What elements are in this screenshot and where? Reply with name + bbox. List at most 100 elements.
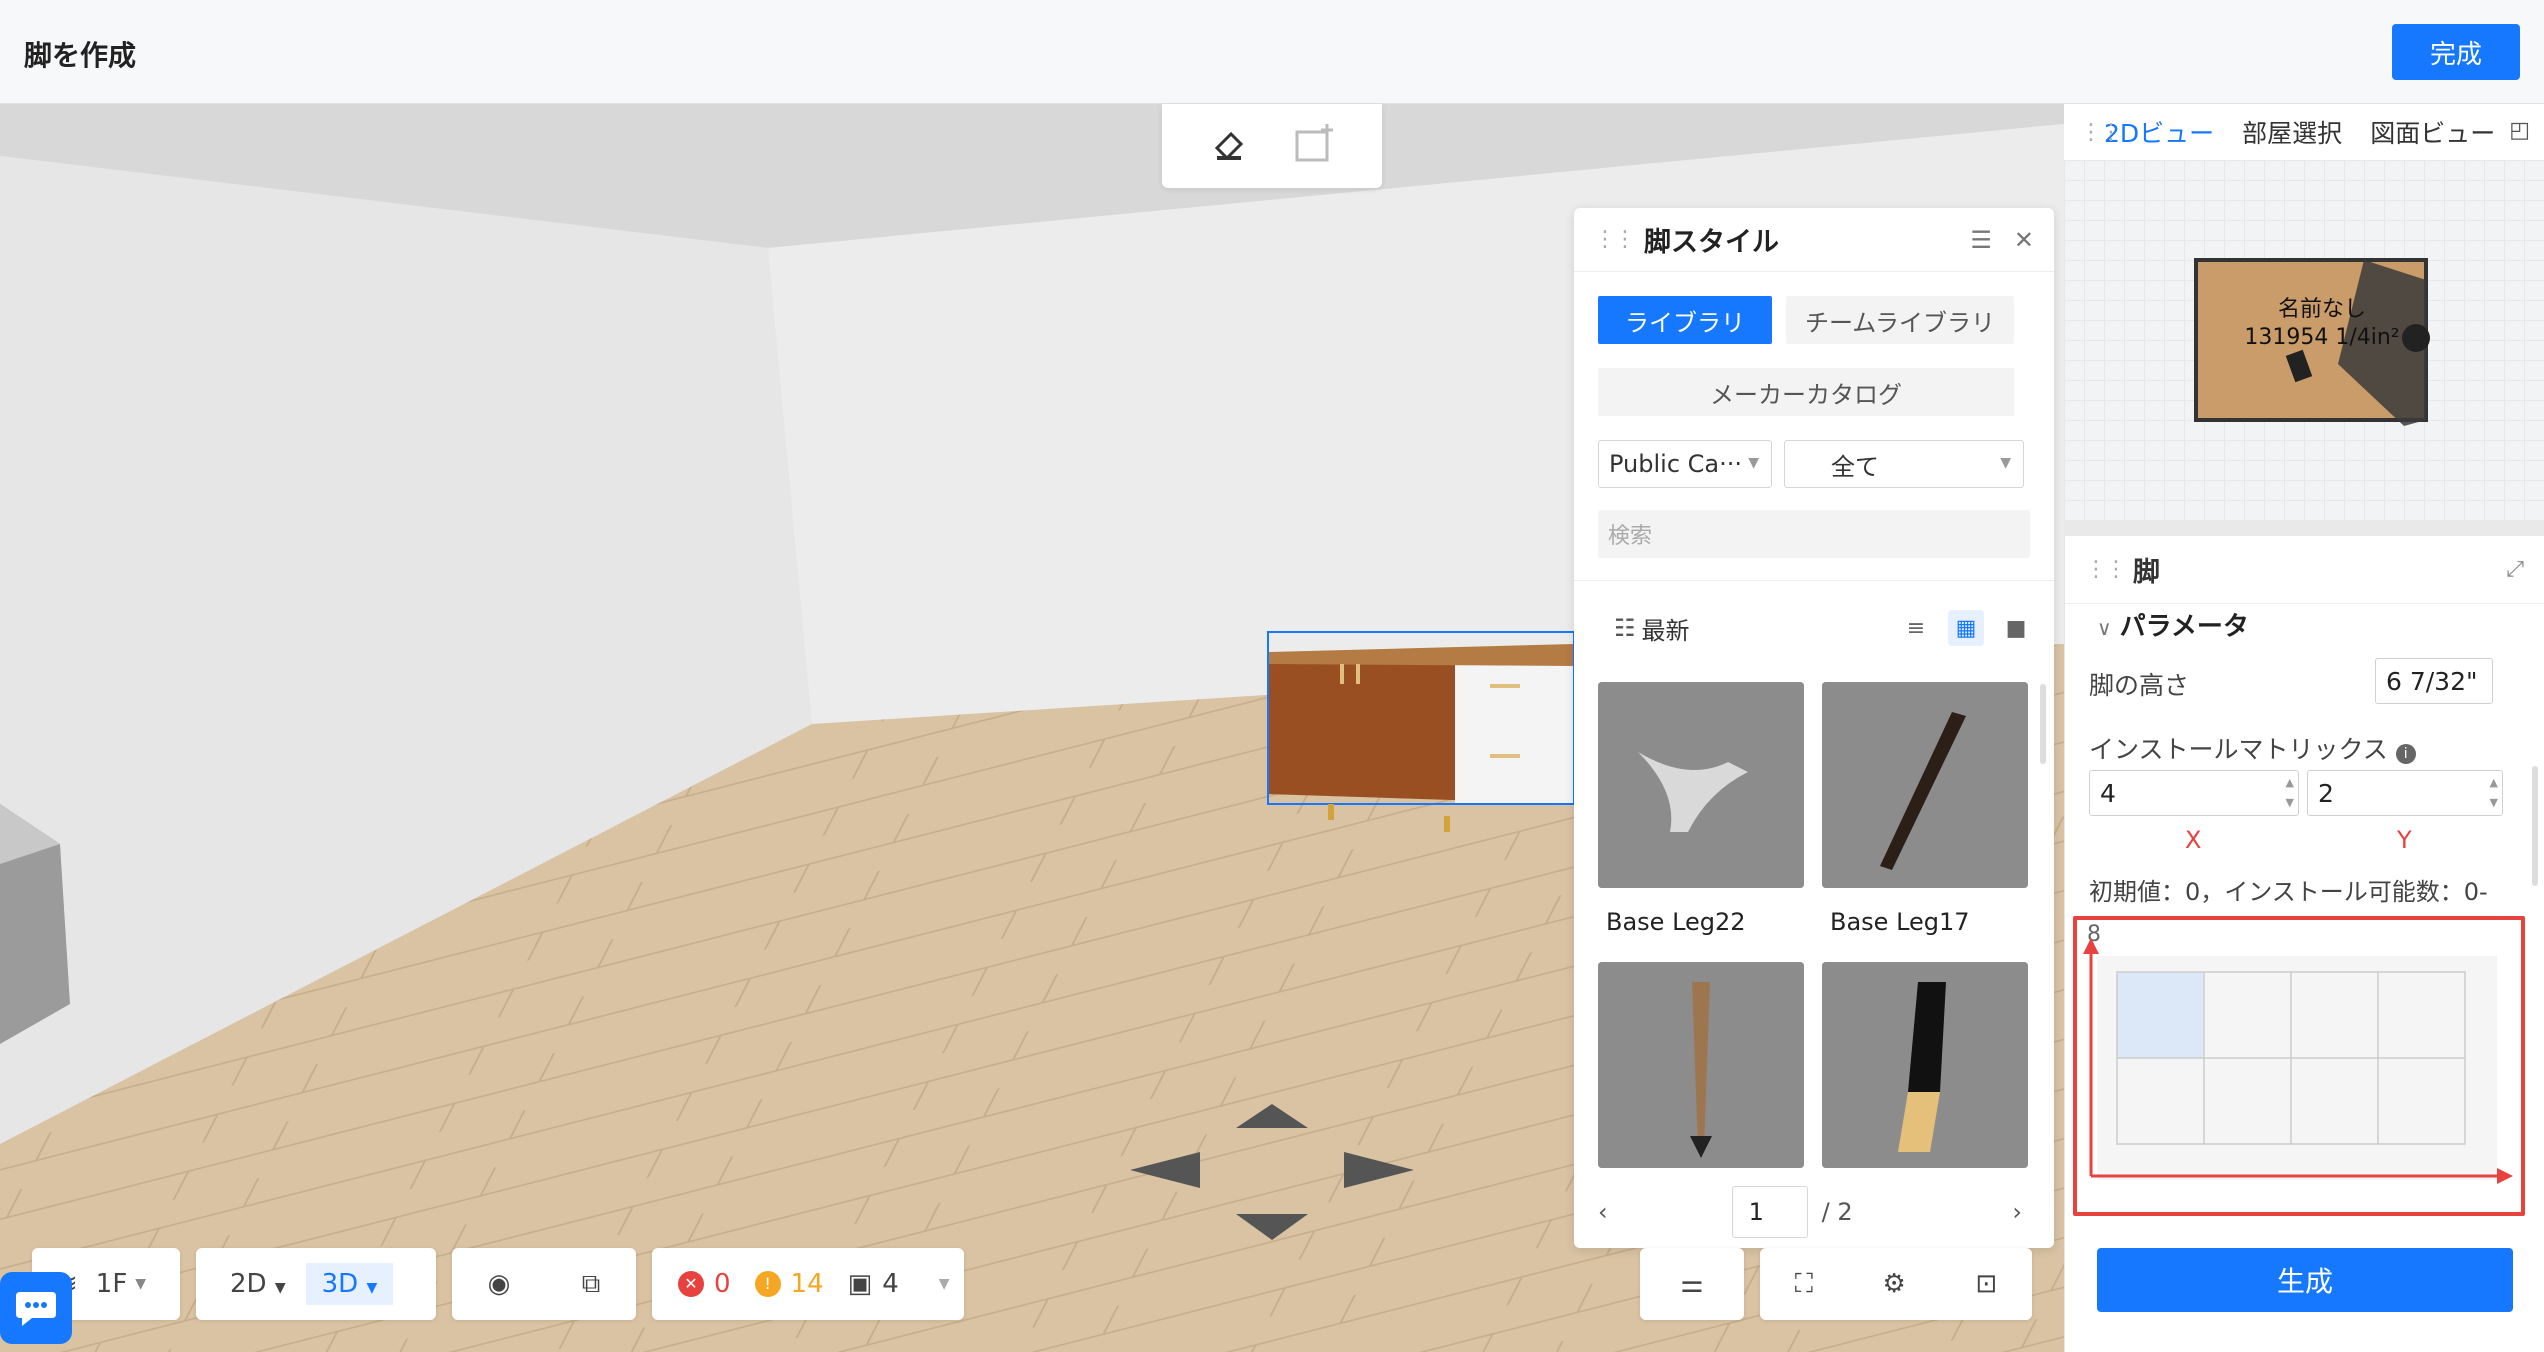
error-count: 0 <box>714 1269 731 1299</box>
install-matrix-preview[interactable]: 8 <box>2073 916 2525 1216</box>
chevron-down-icon: ∨ <box>2097 616 2112 640</box>
install-note: 初期値：0，インストール可能数：0- <box>2089 878 2488 906</box>
sort-row: ☷ 最新 ≡ ▦ ■ <box>1614 606 2034 650</box>
toggle-group[interactable]: ⚌ <box>1640 1248 1744 1320</box>
matrix-grid <box>2083 938 2513 1184</box>
leg-item[interactable]: Base Leg17 <box>1822 682 2028 962</box>
matrix-x-field[interactable]: 4 ▲ ▼ <box>2089 770 2299 816</box>
leg-style-title: 脚スタイル <box>1644 227 1779 258</box>
filter-select-value: 全て <box>1831 452 1879 481</box>
item-icon: ▣ <box>847 1269 873 1299</box>
leg-height-label: 脚の高さ <box>2089 671 2190 700</box>
focus-icon[interactable]: ⊡ <box>1975 1269 1997 1299</box>
stepper-icon[interactable]: ▲ ▼ <box>2286 773 2294 813</box>
leg-thumbnail <box>1598 962 1804 1168</box>
top-header: 脚を作成 完成 <box>0 0 2544 104</box>
folder-icon[interactable]: ■ <box>1998 610 2034 646</box>
cube-icon[interactable]: ⧉ <box>582 1269 601 1300</box>
room-name: 名前なし <box>2277 297 2366 322</box>
leg-height-field[interactable]: 6 7/32" <box>2375 658 2493 704</box>
parameter-section[interactable]: ∨ パラメータ <box>2097 606 2249 643</box>
chevron-down-icon: ▼ <box>135 1276 147 1292</box>
drag-handle-icon[interactable]: ⋮⋮ <box>2080 120 2122 145</box>
page-input[interactable]: 1 <box>1731 1186 1808 1238</box>
status-group[interactable]: ✕ 0 ! 14 ▣ 4 ▼ <box>652 1248 964 1320</box>
pagination: ‹ 1 / 2 › <box>1598 1184 2022 1240</box>
error-icon: ✕ <box>678 1271 704 1297</box>
drag-handle-icon[interactable]: ⋮⋮ <box>2085 557 2127 582</box>
search-input[interactable]: 検索 <box>1598 510 2030 558</box>
page-title: 脚を作成 <box>24 39 137 72</box>
tab-room-select[interactable]: 部屋選択 <box>2242 114 2342 150</box>
item-count: 4 <box>882 1269 899 1299</box>
view-3d-button[interactable]: 3D ▼ <box>305 1263 394 1305</box>
warning-count: 14 <box>790 1269 824 1299</box>
view-2d-label: 2D <box>230 1269 267 1299</box>
add-frame-icon[interactable] <box>1291 122 1335 170</box>
leg-parameter-title: 脚 <box>2133 557 2160 588</box>
chevron-left-icon[interactable]: ‹ <box>1598 1198 1608 1226</box>
paint-bucket-icon[interactable] <box>1209 122 1253 170</box>
chevron-down-icon: ▼ <box>274 1280 286 1296</box>
eye-icon[interactable]: ◉ <box>488 1269 511 1299</box>
floor-label: 1F <box>95 1269 128 1299</box>
view-mode-group: 2D ▼ 3D ▼ <box>196 1248 436 1320</box>
display-group: ◉ ⧉ <box>452 1248 636 1320</box>
matrix-y-field[interactable]: 2 ▲ ▼ <box>2307 770 2503 816</box>
sort-label[interactable]: 最新 <box>1642 611 1690 646</box>
maker-catalog-button[interactable]: メーカーカタログ <box>1598 368 2014 416</box>
grid-view-icon[interactable]: ▦ <box>1948 610 1984 646</box>
leg-item[interactable]: Base Leg22 <box>1598 682 1804 962</box>
tab-drawing-view[interactable]: 図面ビュー <box>2370 114 2495 150</box>
floating-toolbar <box>1162 104 1382 188</box>
camera-settings-icon[interactable]: ⚙ <box>1883 1269 1906 1299</box>
library-tabs: ライブラリ チームライブラリ <box>1598 296 2014 344</box>
window-icon[interactable]: ◰ <box>2509 118 2530 143</box>
page-total: / 2 <box>1821 1198 1853 1226</box>
stepper-icon[interactable]: ▲ ▼ <box>2490 773 2498 813</box>
toggle-icon: ⚌ <box>1680 1269 1704 1299</box>
chevron-down-icon: ▼ <box>1748 455 1759 471</box>
leg-thumbnail <box>1822 682 2028 888</box>
list-view-icon[interactable]: ≡ <box>1898 610 1934 646</box>
leg-item-grid: Base Leg22 Base Leg17 <box>1598 682 2028 1242</box>
generate-button[interactable]: 生成 <box>2097 1248 2513 1312</box>
divider <box>1574 580 2054 581</box>
scrollbar[interactable] <box>2532 766 2538 886</box>
expand-icon[interactable]: ⤢ <box>2506 557 2524 582</box>
y-axis-label: Y <box>2397 826 2412 854</box>
view-3d-label: 3D <box>321 1269 359 1299</box>
leg-item-name: Base Leg17 <box>1830 908 1970 936</box>
floor-plan[interactable]: 名前なし 131954 1/4in² <box>2064 160 2544 520</box>
tab-2d-view[interactable]: 2Dビュー <box>2104 114 2214 150</box>
chevron-down-icon: ▼ <box>2000 455 2011 471</box>
leg-thumbnail <box>1822 962 2028 1168</box>
close-icon[interactable]: ✕ <box>2014 226 2034 254</box>
info-icon[interactable]: i <box>2395 744 2416 764</box>
leg-item-name: Base Leg22 <box>1606 908 1746 936</box>
screenshot-icon[interactable]: ⛶ <box>1795 1269 1813 1300</box>
drag-handle-icon[interactable]: ⋮⋮ <box>1594 227 1636 252</box>
minimap-panel: ⋮⋮ 2Dビュー 部屋選択 図面ビュー ◰ 名前なし 131954 1/4in² <box>2064 104 2544 520</box>
room-area: 131954 1/4in² <box>2244 325 2400 350</box>
scrollbar[interactable] <box>2040 684 2046 764</box>
tab-team-library[interactable]: チームライブラリ <box>1786 296 2014 344</box>
view-2d-button[interactable]: 2D ▼ <box>230 1269 286 1299</box>
catalog-select[interactable]: Public Ca··· ▼ <box>1598 440 1772 488</box>
filter-select[interactable]: 全て ▼ <box>1784 440 2024 488</box>
parameter-section-label: パラメータ <box>2119 612 2249 642</box>
room-label: 名前なし 131954 1/4in² <box>2232 296 2412 352</box>
view-toggle: ≡ ▦ ■ <box>1898 610 2034 646</box>
chat-button[interactable] <box>0 1272 72 1344</box>
settings-list-icon[interactable]: ☰ <box>1970 226 1992 254</box>
tab-library[interactable]: ライブラリ <box>1598 296 1772 344</box>
install-matrix-label: インストールマトリックス i <box>2089 730 2416 766</box>
sort-icon[interactable]: ☷ <box>1614 614 1636 642</box>
warning-icon: ! <box>754 1271 781 1297</box>
chevron-right-icon[interactable]: › <box>2012 1198 2022 1226</box>
chat-icon <box>16 1292 56 1326</box>
camera-tools-group: ⛶ ⚙ ⊡ <box>1760 1248 2032 1320</box>
matrix-y-value: 2 <box>2318 778 2334 808</box>
install-matrix-text: インストールマトリックス <box>2089 735 2388 764</box>
done-button[interactable]: 完成 <box>2392 24 2520 80</box>
